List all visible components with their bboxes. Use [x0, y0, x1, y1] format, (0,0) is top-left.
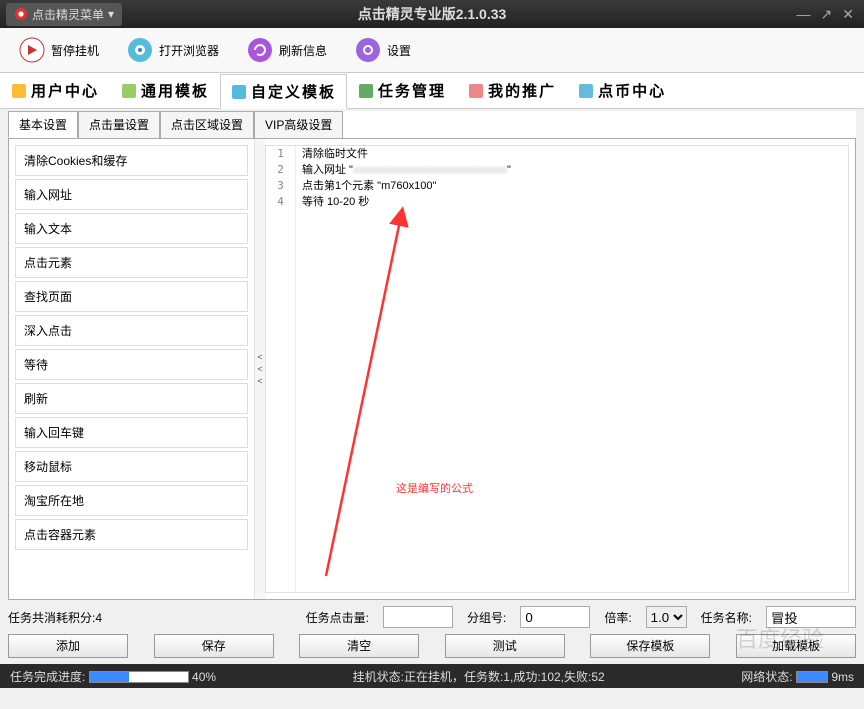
- action-item-0[interactable]: 清除Cookies和缓存: [15, 145, 248, 176]
- tab-cube[interactable]: 自定义模板: [220, 74, 347, 109]
- button-4[interactable]: 保存模板: [590, 634, 710, 658]
- button-1[interactable]: 保存: [154, 634, 274, 658]
- action-item-3[interactable]: 点击元素: [15, 247, 248, 278]
- tab-wand[interactable]: 通用模板: [110, 73, 220, 108]
- toolbar-label: 暂停挂机: [51, 42, 99, 59]
- cube-icon: [231, 84, 247, 100]
- group-label: 分组号:: [467, 609, 506, 626]
- consume-value: 4: [95, 611, 102, 625]
- net-indicator: [796, 671, 828, 683]
- progress-text: 40%: [192, 670, 216, 684]
- sub-tab-0[interactable]: 基本设置: [8, 111, 78, 138]
- sub-tabs: 基本设置点击量设置点击区域设置VIP高级设置: [8, 111, 856, 138]
- tab-label: 我的推广: [488, 80, 556, 101]
- net-label: 网络状态:: [741, 670, 792, 684]
- action-item-11[interactable]: 点击容器元素: [15, 519, 248, 550]
- clicks-input[interactable]: [383, 606, 453, 628]
- star-icon: [11, 83, 27, 99]
- annotation-arrow-icon: [306, 206, 426, 586]
- tab-star[interactable]: 用户中心: [0, 73, 110, 108]
- line-number: 4: [266, 194, 295, 210]
- pause-icon: [19, 37, 45, 63]
- button-2[interactable]: 清空: [299, 634, 419, 658]
- toolbar-label: 打开浏览器: [159, 42, 219, 59]
- chevron-down-icon: ▾: [108, 7, 114, 21]
- tab-label: 点币中心: [598, 80, 666, 101]
- machine-status: 挂机状态:正在挂机，任务数:1,成功:102,失败:52: [353, 668, 605, 685]
- progress-label: 任务完成进度:: [10, 670, 85, 684]
- action-item-4[interactable]: 查找页面: [15, 281, 248, 312]
- sub-tab-3[interactable]: VIP高级设置: [254, 111, 343, 138]
- line-number: 2: [266, 162, 295, 178]
- rate-label: 倍率:: [604, 609, 631, 626]
- action-item-10[interactable]: 淘宝所在地: [15, 485, 248, 516]
- close-icon[interactable]: ✕: [842, 6, 854, 23]
- rate-select[interactable]: 1.0: [646, 606, 687, 628]
- code-editor[interactable]: 1234 这是编写的公式 清除临时文件输入网址 "xxxxxxxxxxxxxxx…: [265, 145, 849, 593]
- code-line[interactable]: 清除临时文件: [302, 146, 842, 162]
- action-list: 清除Cookies和缓存输入网址输入文本点击元素查找页面深入点击等待刷新输入回车…: [9, 139, 254, 559]
- browser-icon: [127, 37, 153, 63]
- tab-cart[interactable]: 点币中心: [567, 73, 677, 108]
- minimize-icon[interactable]: —: [797, 6, 811, 23]
- code-line[interactable]: 输入网址 "xxxxxxxxxxxxxxxxxxxxxxxxxxxx": [302, 162, 842, 178]
- action-item-5[interactable]: 深入点击: [15, 315, 248, 346]
- tab-label: 任务管理: [378, 80, 446, 101]
- line-number: 1: [266, 146, 295, 162]
- button-3[interactable]: 测试: [445, 634, 565, 658]
- main-tabs: 用户中心 通用模板 自定义模板 任务管理 我的推广 点币中心: [0, 73, 864, 109]
- tab-people[interactable]: 我的推广: [457, 73, 567, 108]
- cart-icon: [578, 83, 594, 99]
- toolbar-browser-button[interactable]: 打开浏览器: [116, 32, 230, 68]
- tab-label: 自定义模板: [251, 81, 336, 102]
- action-item-8[interactable]: 输入回车键: [15, 417, 248, 448]
- consume-label: 任务共消耗积分:: [8, 611, 95, 625]
- menu-label: 点击精灵菜单: [32, 6, 104, 23]
- annotation-text: 这是编写的公式: [396, 481, 473, 497]
- toolbar-pause-button[interactable]: 暂停挂机: [8, 32, 110, 68]
- code-line[interactable]: 点击第1个元素 "m760x100": [302, 178, 842, 194]
- toolbar-label: 设置: [387, 42, 411, 59]
- net-ms: 9ms: [831, 670, 854, 684]
- maximize-icon[interactable]: ↗: [821, 6, 833, 23]
- wand-icon: [121, 83, 137, 99]
- toolbar-settings-button[interactable]: 设置: [344, 32, 422, 68]
- progress-bar: [89, 671, 189, 683]
- action-item-6[interactable]: 等待: [15, 349, 248, 380]
- toolbar-refresh-button[interactable]: 刷新信息: [236, 32, 338, 68]
- button-5[interactable]: 加载模板: [736, 634, 856, 658]
- name-input[interactable]: [766, 606, 856, 628]
- task-icon: [358, 83, 374, 99]
- app-icon: [14, 7, 28, 21]
- splitter[interactable]: <<<: [255, 139, 265, 599]
- action-item-1[interactable]: 输入网址: [15, 179, 248, 210]
- button-0[interactable]: 添加: [8, 634, 128, 658]
- sub-tab-2[interactable]: 点击区域设置: [160, 111, 254, 138]
- window-title: 点击精灵专业版2.1.0.33: [358, 4, 507, 24]
- refresh-icon: [247, 37, 273, 63]
- group-input[interactable]: [520, 606, 590, 628]
- people-icon: [468, 83, 484, 99]
- toolbar-label: 刷新信息: [279, 42, 327, 59]
- tab-task[interactable]: 任务管理: [347, 73, 457, 108]
- app-menu-button[interactable]: 点击精灵菜单 ▾: [6, 3, 122, 26]
- main-toolbar: 暂停挂机 打开浏览器 刷新信息 设置: [0, 28, 864, 73]
- tab-label: 用户中心: [31, 80, 99, 101]
- name-label: 任务名称:: [701, 609, 752, 626]
- clicks-label: 任务点击量:: [306, 609, 369, 626]
- line-number: 3: [266, 178, 295, 194]
- settings-icon: [355, 37, 381, 63]
- tab-label: 通用模板: [141, 80, 209, 101]
- action-item-2[interactable]: 输入文本: [15, 213, 248, 244]
- sub-tab-1[interactable]: 点击量设置: [78, 111, 160, 138]
- action-item-7[interactable]: 刷新: [15, 383, 248, 414]
- action-item-9[interactable]: 移动鼠标: [15, 451, 248, 482]
